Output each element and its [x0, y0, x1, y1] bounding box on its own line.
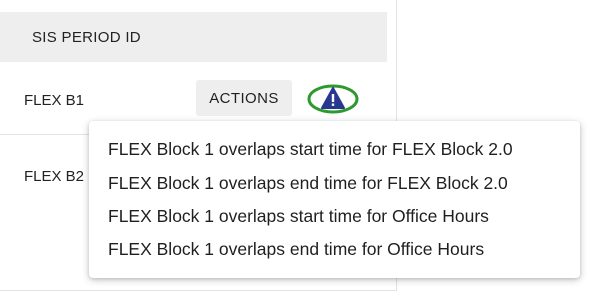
- warning-indicator[interactable]: [306, 83, 360, 115]
- overlap-message: FLEX Block 1 overlaps start time for Off…: [108, 206, 489, 226]
- warning-exclamation-bar: [331, 94, 335, 102]
- actions-button[interactable]: ACTIONS: [196, 80, 292, 116]
- overlap-message: FLEX Block 1 overlaps end time for FLEX …: [108, 173, 508, 193]
- table-header: SIS PERIOD ID: [0, 12, 387, 62]
- period-id-label: FLEX B1: [24, 92, 85, 109]
- period-id-label: FLEX B2: [24, 168, 85, 185]
- overlap-message: FLEX Block 1 overlaps start time for FLE…: [108, 139, 513, 159]
- overlap-message: FLEX Block 1 overlaps end time for Offic…: [108, 239, 485, 259]
- warning-triangle-icon[interactable]: [306, 83, 360, 115]
- warning-popover: FLEX Block 1 overlaps start time for FLE…: [89, 121, 580, 278]
- warning-exclamation-dot: [331, 103, 335, 106]
- column-header-sis-period-id: SIS PERIOD ID: [32, 29, 141, 46]
